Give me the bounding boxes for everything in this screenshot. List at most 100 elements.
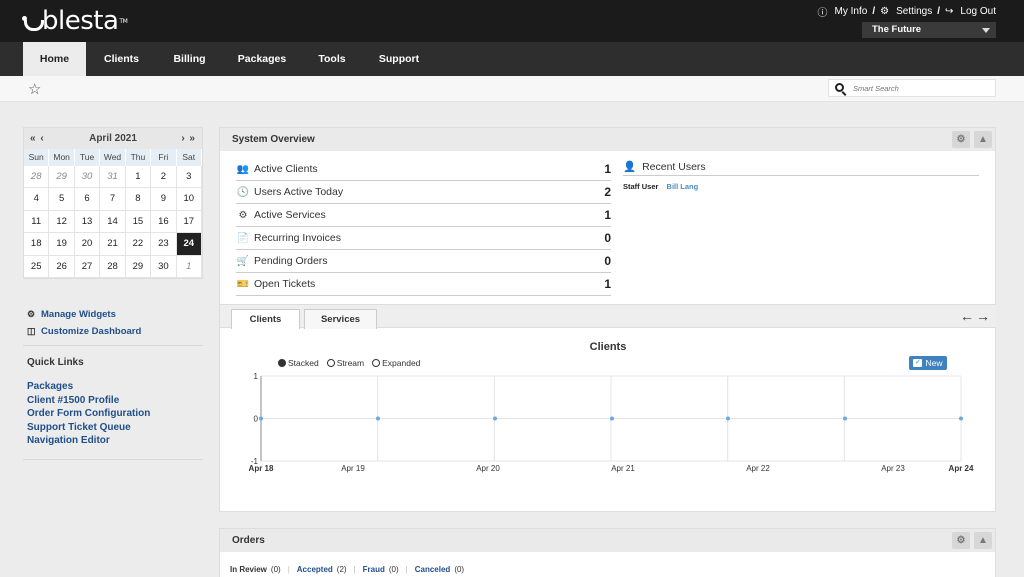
order-status-label[interactable]: Accepted xyxy=(297,565,333,574)
calendar-day[interactable]: 13 xyxy=(74,210,101,234)
recent-users-title: Recent Users xyxy=(642,160,706,173)
x-tick-label: Apr 24 xyxy=(949,464,974,473)
calendar-day[interactable]: 26 xyxy=(49,255,75,278)
users-icon: 👥 xyxy=(236,163,250,175)
nav-home[interactable]: Home xyxy=(23,42,86,76)
star-icon[interactable]: ☆ xyxy=(28,80,41,98)
tab-services[interactable]: Services xyxy=(304,309,377,329)
stat-label[interactable]: Active Services xyxy=(254,209,591,221)
order-status-label[interactable]: Canceled xyxy=(415,565,451,574)
calendar-header: « ‹ April 2021 › » xyxy=(24,128,202,149)
prev-month-button[interactable]: « ‹ xyxy=(30,133,45,144)
calendar-day[interactable]: 29 xyxy=(49,166,75,189)
logout-link[interactable]: Log Out xyxy=(960,6,996,17)
order-status-links: In Review (0) | Accepted (2) | Fraud (0)… xyxy=(230,565,464,574)
nav-tools[interactable]: Tools xyxy=(304,42,360,76)
user-role: Staff User xyxy=(623,182,659,191)
top-bar: blesta TM ⓘ My Info / ⚙ Settings / ↪ Log… xyxy=(0,0,1024,42)
collapse-icon[interactable]: ▲ xyxy=(974,532,992,549)
calendar-day[interactable]: 20 xyxy=(74,233,101,256)
calendar-day[interactable]: 10 xyxy=(176,188,202,211)
calendar-day[interactable]: 24 xyxy=(176,233,202,256)
calendar-day[interactable]: 16 xyxy=(151,210,177,234)
calendar-day[interactable]: 1 xyxy=(176,255,202,278)
radio-stream[interactable]: Stream xyxy=(326,358,364,368)
calendar-day[interactable]: 21 xyxy=(100,233,126,256)
calendar-grid: Sun Mon Tue Wed Thu Fri Sat 28 29 30 31 1 2 3 4 5 6 7 8 9 10… xyxy=(24,149,202,278)
stat-label[interactable]: Users Active Today xyxy=(254,186,591,198)
clock-icon: 🕓 xyxy=(236,186,250,198)
calendar-day[interactable]: 17 xyxy=(176,210,202,234)
calendar-day[interactable]: 28 xyxy=(24,166,50,189)
chart-tabs: Clients Services ←→ xyxy=(220,304,996,329)
nav-clients[interactable]: Clients xyxy=(90,42,153,76)
collapse-icon[interactable]: ▲ xyxy=(974,131,992,148)
calendar-day-of-week: Sat xyxy=(176,149,202,166)
calendar-day[interactable]: 6 xyxy=(74,188,101,211)
blesta-logo[interactable]: blesta TM xyxy=(22,6,128,36)
calendar-day[interactable]: 18 xyxy=(24,233,50,256)
quick-link[interactable]: Navigation Editor xyxy=(27,435,150,449)
settings-link[interactable]: Settings xyxy=(896,6,932,17)
calendar-day[interactable]: 29 xyxy=(125,255,152,278)
calendar-day[interactable]: 5 xyxy=(49,188,75,211)
tab-clients[interactable]: Clients xyxy=(231,309,300,329)
smart-search[interactable] xyxy=(828,79,996,97)
stat-label[interactable]: Recurring Invoices xyxy=(254,232,591,244)
calendar-day[interactable]: 23 xyxy=(151,233,177,256)
stat-label[interactable]: Open Tickets xyxy=(254,278,591,290)
manage-widgets-link[interactable]: ⚙ Manage Widgets xyxy=(27,306,141,323)
x-tick-label: Apr 19 xyxy=(341,464,365,473)
calendar-day[interactable]: 30 xyxy=(151,255,177,278)
calendar-day[interactable]: 7 xyxy=(100,188,126,211)
stat-row: 📄 Recurring Invoices 0 xyxy=(236,227,611,250)
quick-link[interactable]: Support Ticket Queue xyxy=(27,422,150,436)
calendar-day[interactable]: 11 xyxy=(24,210,50,234)
quick-link[interactable]: Client #1500 Profile xyxy=(27,395,150,409)
calendar-day[interactable]: 9 xyxy=(151,188,177,211)
logo-mark-icon xyxy=(22,12,44,31)
recent-users-header: 👤 Recent Users xyxy=(623,158,979,176)
next-month-button[interactable]: › » xyxy=(181,133,196,144)
panel-title: System Overview xyxy=(232,134,315,145)
radio-expanded[interactable]: Expanded xyxy=(372,358,420,368)
calendar-day[interactable]: 15 xyxy=(125,210,152,234)
x-tick-label: Apr 23 xyxy=(881,464,905,473)
calendar-day[interactable]: 27 xyxy=(74,255,101,278)
gear-icon[interactable]: ⚙ xyxy=(952,532,970,549)
calendar-day[interactable]: 1 xyxy=(125,166,152,189)
calendar-day[interactable]: 19 xyxy=(49,233,75,256)
calendar-day[interactable]: 2 xyxy=(151,166,177,189)
arrow-nav-icon[interactable]: ←→ xyxy=(960,308,992,324)
order-status-label[interactable]: In Review xyxy=(230,565,267,574)
nav-support[interactable]: Support xyxy=(368,42,430,76)
calendar-day[interactable]: 31 xyxy=(100,166,126,189)
calendar-day[interactable]: 14 xyxy=(100,210,126,234)
calendar-day[interactable]: 22 xyxy=(125,233,152,256)
radio-icon xyxy=(326,359,335,367)
my-info-link[interactable]: My Info xyxy=(835,6,868,17)
company-select[interactable]: The Future xyxy=(862,22,996,38)
ticket-icon: 🎫 xyxy=(236,278,250,290)
calendar-day[interactable]: 12 xyxy=(49,210,75,234)
calendar-day[interactable]: 25 xyxy=(24,255,50,278)
stat-label[interactable]: Active Clients xyxy=(254,163,591,175)
user-name-link[interactable]: Bill Lang xyxy=(667,182,699,191)
quick-link[interactable]: Order Form Configuration xyxy=(27,408,150,422)
nav-billing[interactable]: Billing xyxy=(158,42,221,76)
calendar-day[interactable]: 30 xyxy=(74,166,101,189)
calendar-day[interactable]: 4 xyxy=(24,188,50,211)
stat-label[interactable]: Pending Orders xyxy=(254,255,591,267)
quick-link[interactable]: Packages xyxy=(27,381,150,395)
order-status-label[interactable]: Fraud xyxy=(363,565,385,574)
nav-packages[interactable]: Packages xyxy=(226,42,298,76)
customize-dashboard-link[interactable]: ◫ Customize Dashboard xyxy=(27,323,141,340)
stat-value: 1 xyxy=(604,277,611,291)
calendar-day[interactable]: 3 xyxy=(176,166,202,189)
gear-icon[interactable]: ⚙ xyxy=(952,131,970,148)
data-point xyxy=(610,416,614,421)
calendar-day[interactable]: 8 xyxy=(125,188,152,211)
radio-stacked[interactable]: Stacked xyxy=(278,358,319,368)
calendar-day[interactable]: 28 xyxy=(100,255,126,278)
search-input[interactable] xyxy=(853,82,991,94)
